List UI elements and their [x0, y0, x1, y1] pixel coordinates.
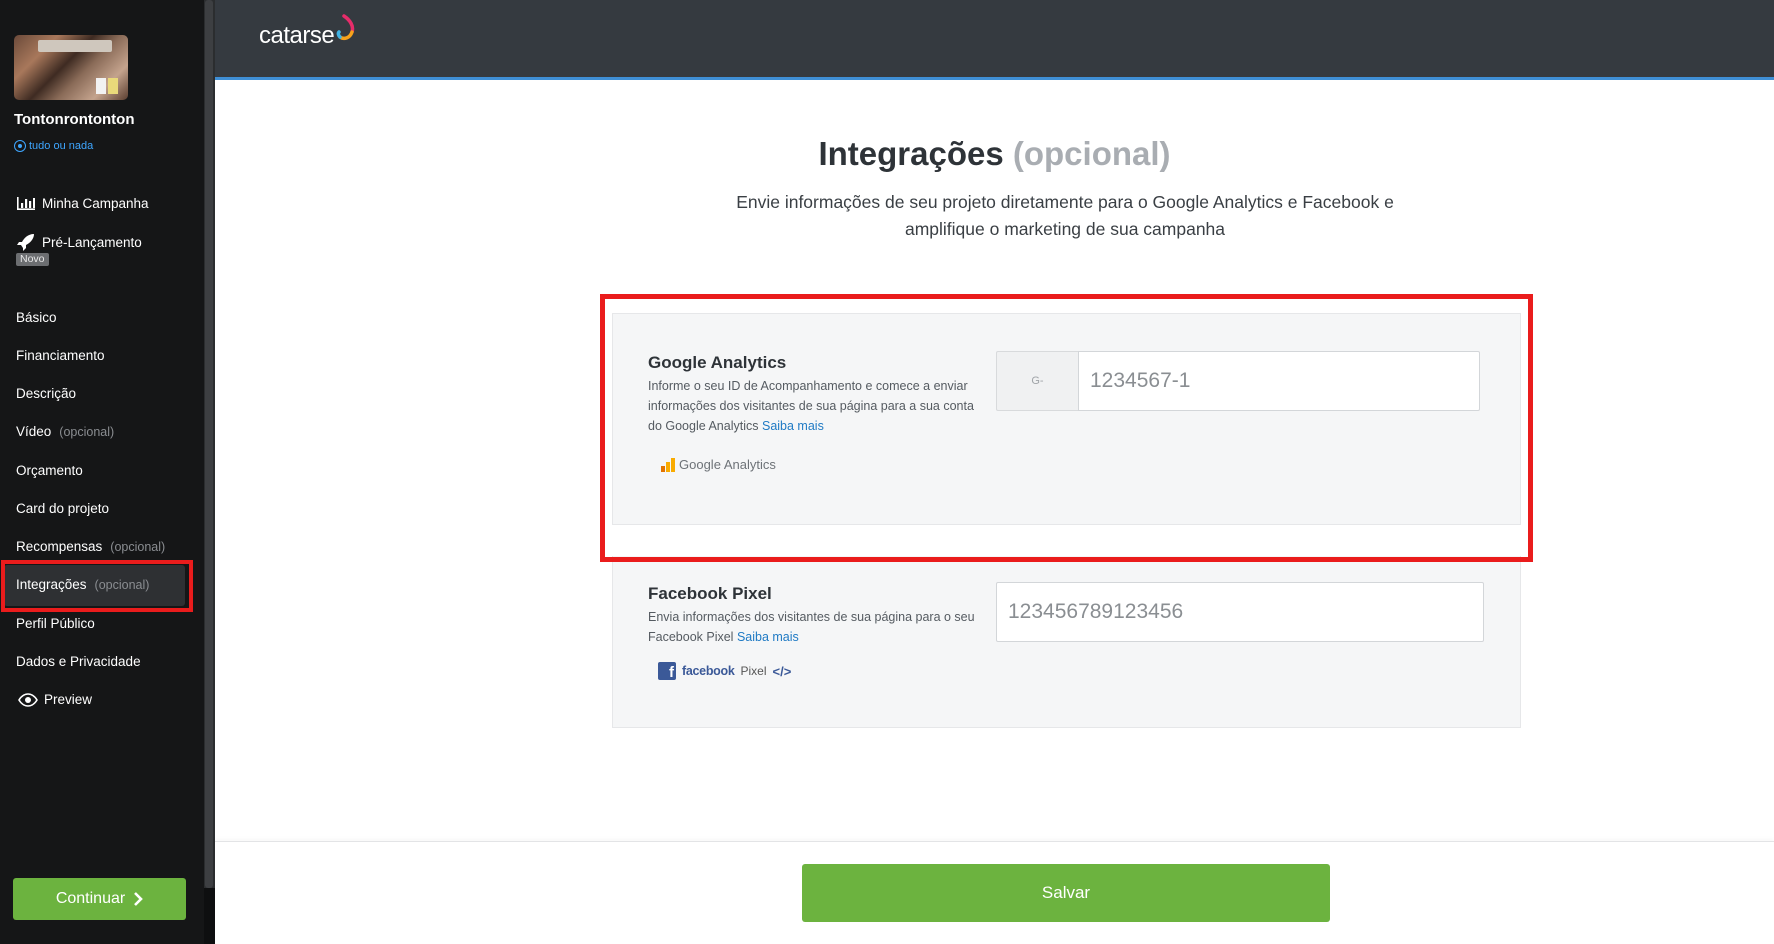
- sidebar-item-label: Perfil Público: [16, 616, 95, 631]
- project-mode: tudo ou nada: [14, 140, 93, 152]
- active-item-highlight: [1, 560, 193, 612]
- sidebar-item-label: Pré-Lançamento: [42, 234, 142, 250]
- new-badge: Novo: [16, 253, 49, 266]
- scrollbar-thumb[interactable]: [205, 0, 213, 888]
- sidebar: Tontonrontonton tudo ou nada Minha Campa…: [0, 0, 204, 944]
- page-subtitle: Envie informações de seu projeto diretam…: [736, 192, 1394, 239]
- sidebar-item-perfil-publico[interactable]: Perfil Público: [16, 616, 95, 631]
- target-icon: [14, 140, 26, 152]
- google-analytics-highlight: [600, 294, 1533, 562]
- sidebar-item-label: Vídeo: [16, 424, 52, 439]
- sidebar-item-label: Recompensas: [16, 539, 103, 554]
- fb-description-text: Envia informações dos visitantes de sua …: [648, 610, 975, 644]
- sidebar-item-dados-e-privacidade[interactable]: Dados e Privacidade: [16, 654, 141, 669]
- page-title-text: Integrações: [818, 135, 1004, 172]
- project-name: Tontonrontonton: [14, 111, 135, 128]
- continue-label: Continuar: [55, 890, 126, 907]
- code-icon: </>: [772, 663, 792, 679]
- sidebar-item-card-do-projeto[interactable]: Card do projeto: [16, 501, 109, 516]
- continue-button[interactable]: Continuar: [13, 878, 186, 920]
- project-mode-label: tudo ou nada: [29, 140, 94, 152]
- sidebar-item-label: Descrição: [16, 386, 77, 401]
- sidebar-item-preview[interactable]: Preview: [18, 692, 92, 707]
- fb-learn-more-link[interactable]: Saiba mais: [737, 630, 799, 644]
- sidebar-item-label: Dados e Privacidade: [16, 654, 141, 669]
- sidebar-item-recompensas[interactable]: Recompensas (opcional): [16, 539, 165, 554]
- fb-logo-pixel: Pixel: [740, 664, 767, 678]
- sidebar-item-label: Financiamento: [16, 348, 105, 363]
- facebook-pixel-title: Facebook Pixel: [648, 584, 772, 603]
- facebook-pixel-description: Envia informações dos visitantes de sua …: [648, 607, 988, 647]
- sidebar-item-descricao[interactable]: Descrição: [16, 386, 76, 401]
- rocket-icon: [17, 234, 34, 251]
- page-title-optional: (opcional): [1012, 135, 1171, 172]
- sidebar-item-basico[interactable]: Básico: [16, 310, 57, 325]
- catarse-swirl-icon: [336, 14, 355, 41]
- catarse-logo[interactable]: catarse: [259, 14, 358, 50]
- bar-chart-icon: [17, 197, 35, 210]
- fb-logo-word: facebook: [682, 664, 735, 678]
- facebook-icon: f: [658, 662, 676, 680]
- preview-label: Preview: [44, 692, 93, 707]
- sidebar-item-video[interactable]: Vídeo (opcional): [16, 424, 114, 439]
- save-button[interactable]: Salvar: [802, 864, 1330, 922]
- optional-label: (opcional): [110, 539, 166, 554]
- eye-icon: [18, 692, 38, 707]
- sidebar-item-label: Minha Campanha: [42, 195, 149, 211]
- top-bar: catarse: [215, 0, 1774, 80]
- sidebar-item-orcamento[interactable]: Orçamento: [16, 463, 83, 478]
- sidebar-item-label: Básico: [16, 310, 57, 325]
- page-title: Integrações (opcional): [215, 135, 1774, 173]
- project-thumbnail[interactable]: [14, 35, 128, 100]
- sidebar-item-financiamento[interactable]: Financiamento: [16, 348, 105, 363]
- facebook-pixel-logo: f facebook Pixel </>: [658, 662, 791, 680]
- sidebar-scrollbar[interactable]: [204, 0, 215, 944]
- sidebar-item-pre-lancamento[interactable]: Pré-Lançamento: [16, 233, 142, 251]
- sidebar-item-minha-campanha[interactable]: Minha Campanha: [16, 195, 149, 211]
- optional-label: (opcional): [59, 424, 115, 439]
- sidebar-item-label: Card do projeto: [16, 501, 110, 516]
- chevron-right-icon: [134, 892, 144, 906]
- fb-pixel-id-input[interactable]: [996, 582, 1484, 642]
- sidebar-item-label: Orçamento: [16, 463, 83, 478]
- logo-text: catarse: [259, 22, 335, 49]
